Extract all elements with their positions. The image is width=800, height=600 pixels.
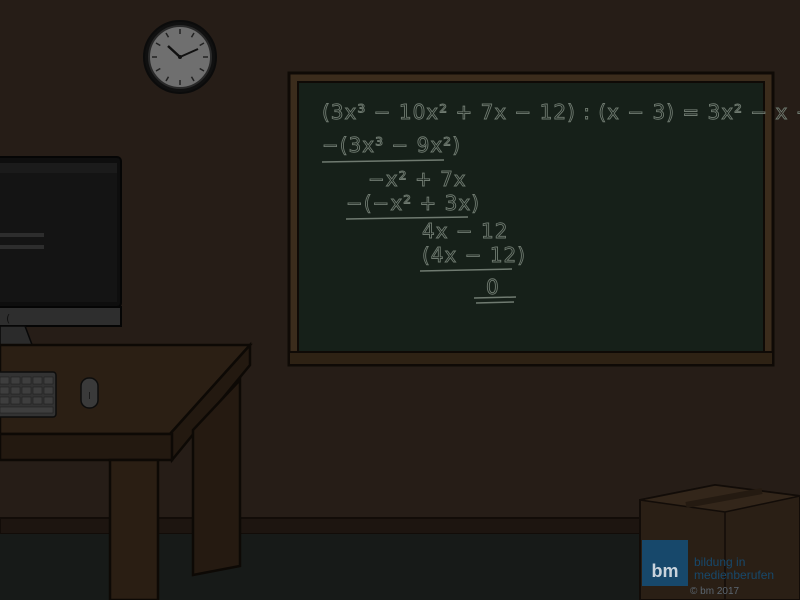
bm-logo-text: bildung in medienberufen [694, 556, 800, 582]
chalk-double-underline-b [475, 301, 515, 304]
bm-logo-mark: bm [642, 540, 688, 586]
bm-logo-line-2: medienberufen [694, 568, 775, 582]
chalk-double-underline-a [473, 296, 517, 299]
keyboard[interactable] [0, 371, 57, 418]
computer[interactable]: ( [0, 156, 122, 357]
chalk-line-6: (4x − 12) [422, 243, 526, 267]
monitor-chin [0, 306, 122, 327]
chalk-line-1: (3x³ − 10x² + 7x − 12) : (x − 3) = 3x² −… [322, 100, 800, 124]
wall-clock [143, 20, 217, 94]
chalk-line-2: −(3x³ − 9x²) [322, 133, 461, 157]
apple-logo-icon: ( [6, 312, 10, 325]
mouse[interactable] [80, 377, 99, 409]
chalkboard: (3x³ − 10x² + 7x − 12) : (x − 3) = 3x² −… [287, 71, 800, 367]
copyright-text: © bm 2017 [690, 586, 740, 597]
chalk-line-3: −x² + 7x [368, 167, 467, 191]
chalk-line-7: 0 [486, 275, 500, 299]
classroom-scene: (3x³ − 10x² + 7x − 12) : (x − 3) = 3x² −… [0, 0, 800, 600]
chalk-line-5: 4x − 12 [422, 219, 508, 243]
desk-leg-front [108, 458, 160, 600]
monitor-screen [0, 163, 117, 302]
chalk-line-4: −(−x² + 3x) [346, 191, 480, 215]
